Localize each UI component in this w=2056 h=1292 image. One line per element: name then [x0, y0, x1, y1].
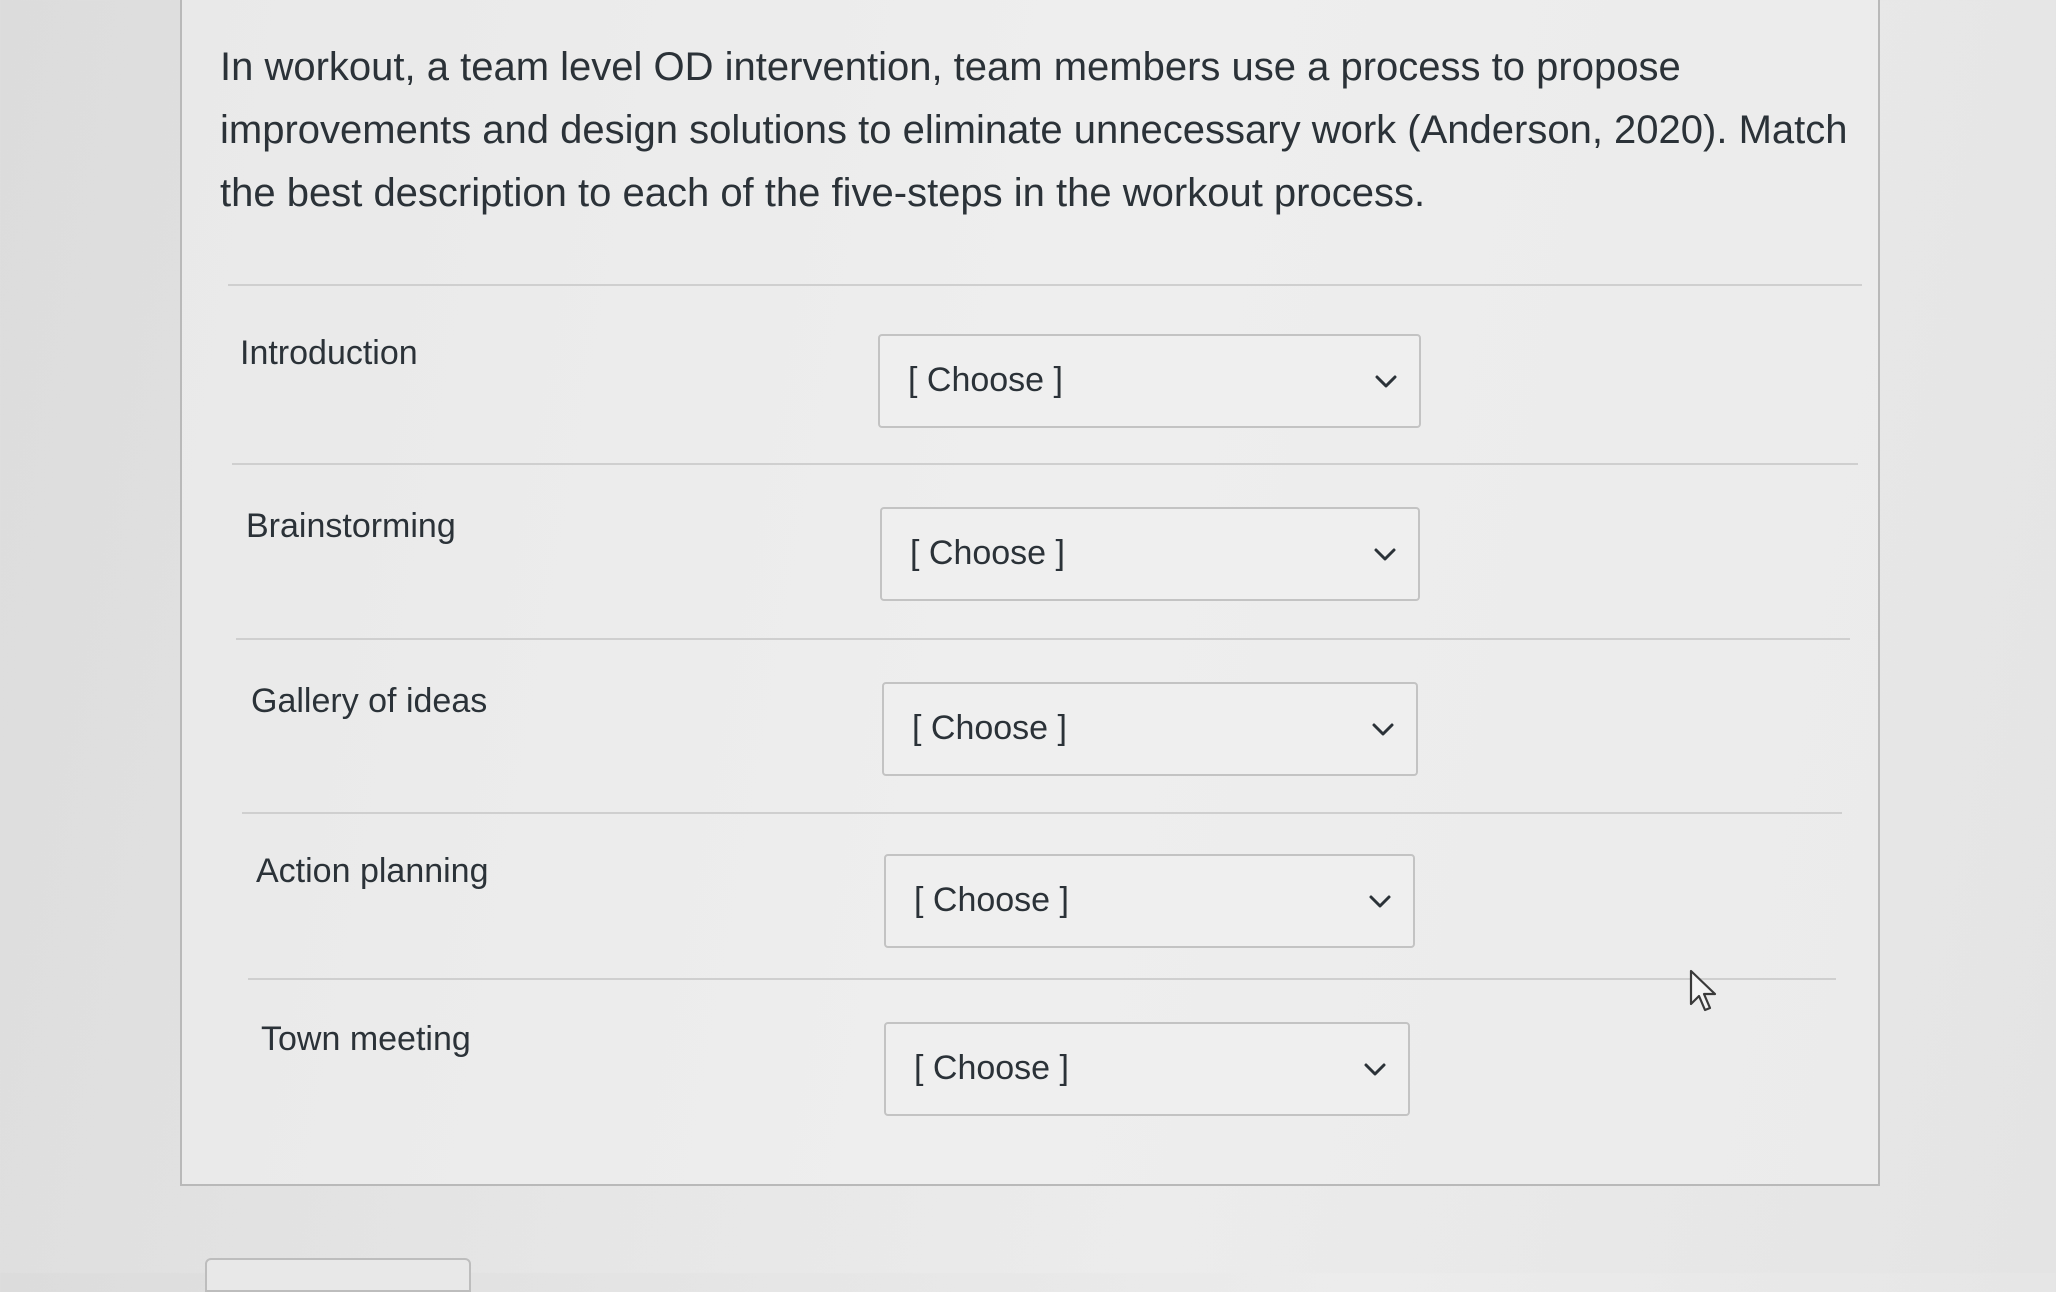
dropdown-value: [ Choose ] [912, 709, 1067, 747]
dropdown-introduction[interactable]: [ Choose ] [878, 334, 1421, 428]
match-row-gallery-of-ideas: Gallery of ideas [ Choose ] [251, 682, 1851, 802]
row-label-brainstorming: Brainstorming [246, 507, 456, 545]
dropdown-value: [ Choose ] [910, 534, 1065, 572]
dropdown-town-meeting[interactable]: [ Choose ] [884, 1022, 1410, 1116]
match-row-town-meeting: Town meeting [ Choose ] [261, 1020, 1861, 1140]
divider [242, 812, 1842, 814]
chevron-down-icon [1372, 723, 1394, 736]
question-text: In workout, a team level OD intervention… [220, 45, 1848, 215]
mouse-pointer-icon [1689, 969, 1717, 1012]
dropdown-gallery-of-ideas[interactable]: [ Choose ] [882, 682, 1418, 776]
dropdown-value: [ Choose ] [914, 881, 1069, 919]
divider [232, 463, 1858, 465]
chevron-down-icon [1364, 1063, 1386, 1076]
match-row-brainstorming: Brainstorming [ Choose ] [246, 507, 1846, 627]
bottom-tab[interactable] [205, 1258, 471, 1292]
divider [236, 638, 1850, 640]
divider [248, 978, 1836, 980]
match-row-introduction: Introduction [ Choose ] [240, 334, 1840, 454]
row-label-action-planning: Action planning [256, 852, 489, 890]
dropdown-brainstorming[interactable]: [ Choose ] [880, 507, 1420, 601]
chevron-down-icon [1374, 548, 1396, 561]
match-row-action-planning: Action planning [ Choose ] [256, 852, 1856, 972]
dropdown-value: [ Choose ] [908, 361, 1063, 399]
chevron-down-icon [1375, 375, 1397, 388]
row-label-introduction: Introduction [240, 334, 418, 372]
divider [228, 284, 1862, 286]
row-label-town-meeting: Town meeting [261, 1020, 471, 1058]
row-label-gallery-of-ideas: Gallery of ideas [251, 682, 488, 720]
dropdown-action-planning[interactable]: [ Choose ] [884, 854, 1415, 948]
chevron-down-icon [1369, 895, 1391, 908]
dropdown-value: [ Choose ] [914, 1049, 1069, 1087]
